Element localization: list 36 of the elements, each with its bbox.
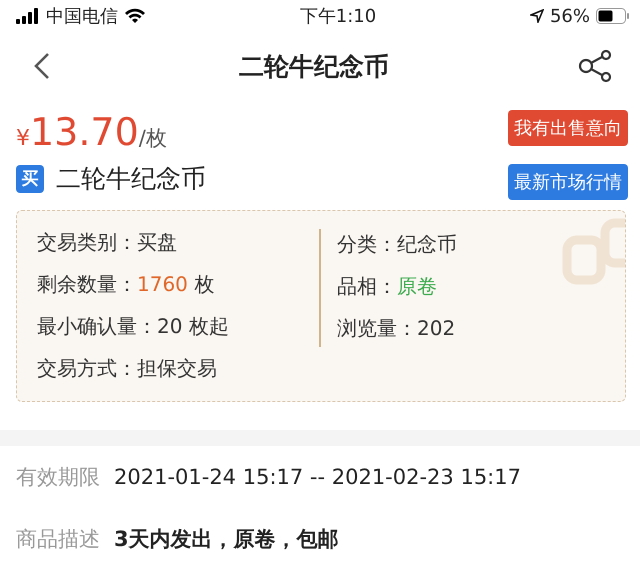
action-button[interactable]: 我有出售意向 [508, 110, 628, 146]
wifi-icon [124, 8, 146, 24]
info-unit: 枚 [193, 272, 214, 296]
info-value: 1760 [137, 272, 188, 296]
buy-badge: 买 [16, 164, 44, 192]
battery-percent: 56% [550, 6, 590, 26]
info-label: 最小确认量： [37, 314, 157, 338]
price-amount: 13.70 [30, 110, 139, 154]
page-title: 二轮牛纪念币 [239, 50, 389, 82]
info-label: 剩余数量： [37, 272, 137, 296]
share-icon[interactable] [578, 49, 612, 83]
info-value: 202 [417, 316, 456, 340]
action-button[interactable]: 最新市场行情 [508, 164, 628, 200]
detail-label: 有效期限 [16, 464, 100, 491]
battery-icon [596, 8, 630, 24]
price-unit: /枚 [138, 125, 167, 152]
info-label: 浏览量： [337, 316, 417, 340]
detail-value: 3天内发出，原卷，包邮 [114, 526, 339, 553]
info-value: 原卷 [397, 274, 437, 298]
detail-value: 2021-01-24 15:17 -- 2021-02-23 15:17 [114, 465, 521, 489]
info-value: 20 枚起 [157, 314, 229, 338]
info-value: 担保交易 [137, 356, 217, 380]
detail-label: 商品描述 [16, 526, 100, 553]
carrier-name: 中国电信 [46, 5, 118, 28]
info-label: 交易类别： [37, 230, 137, 254]
location-arrow-icon [530, 9, 544, 23]
status-time: 下午1:10 [300, 5, 376, 28]
signal-icon [16, 8, 40, 24]
info-label: 交易方式： [37, 356, 137, 380]
info-value: 买盘 [137, 230, 177, 254]
product-name: 二轮牛纪念币 [56, 163, 206, 195]
currency-sign: ¥ [16, 126, 30, 151]
info-label: 品相： [337, 274, 397, 298]
info-value: 纪念币 [397, 232, 457, 256]
info-label: 分类： [337, 232, 397, 256]
back-icon[interactable] [34, 52, 50, 80]
